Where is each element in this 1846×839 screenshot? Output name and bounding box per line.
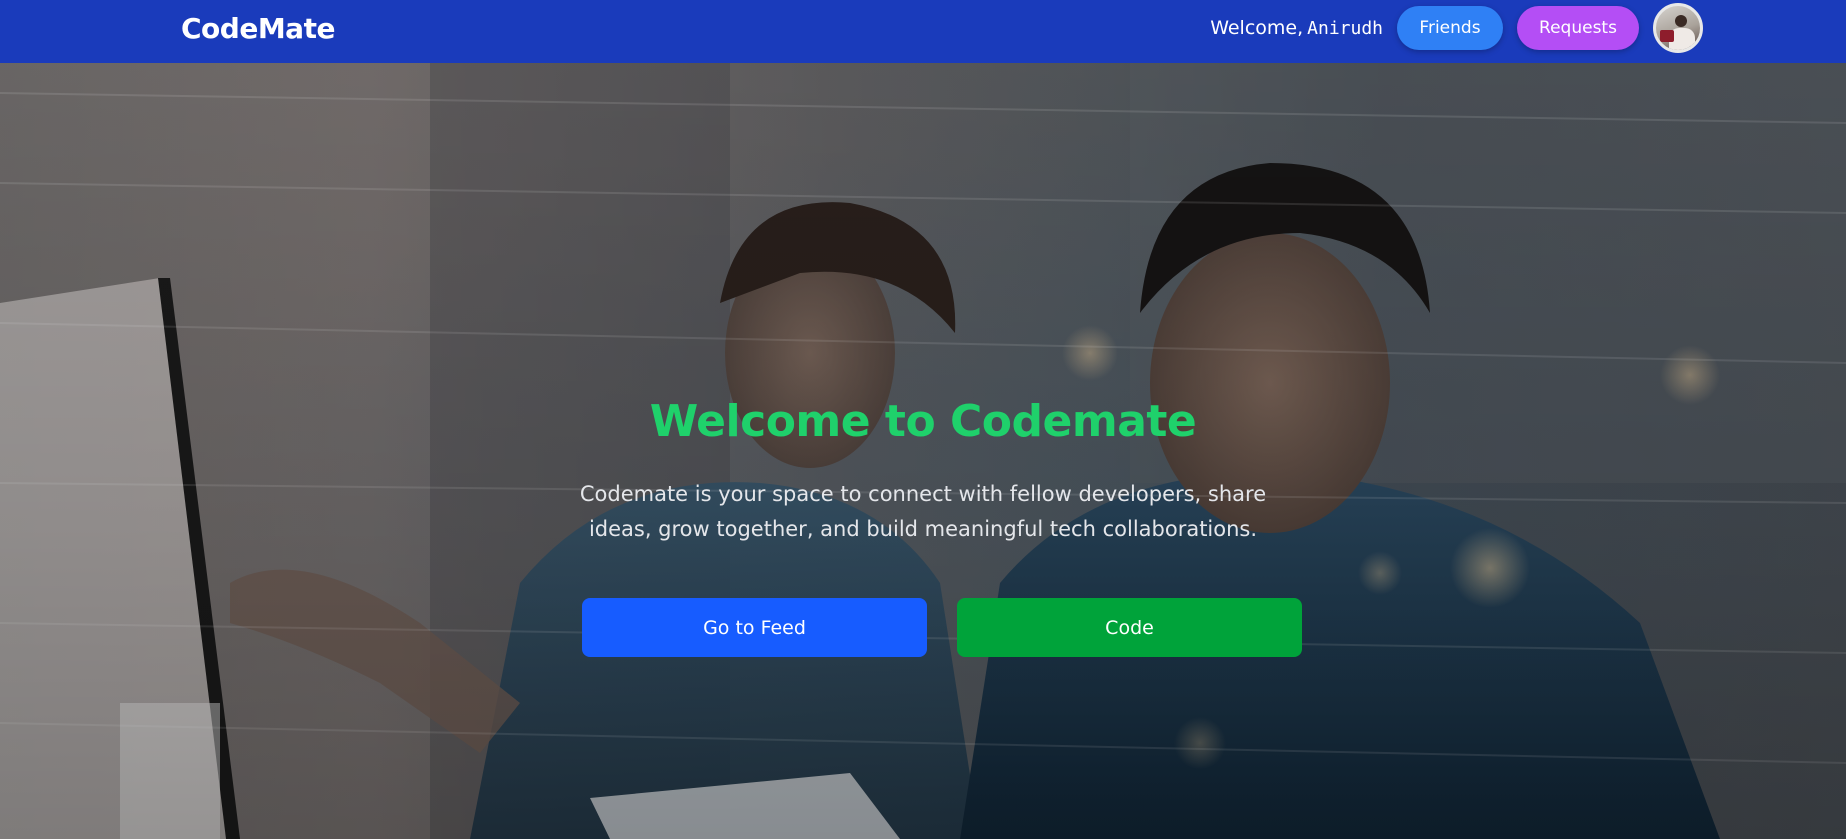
avatar-head-shape (1675, 15, 1687, 27)
code-button[interactable]: Code (957, 598, 1302, 657)
welcome-prefix: Welcome, (1210, 17, 1304, 39)
welcome-message: Welcome, Anirudh (1210, 17, 1383, 39)
hero-title: Welcome to Codemate (649, 396, 1197, 447)
hero-content: Welcome to Codemate Codemate is your spa… (0, 63, 1846, 839)
requests-button[interactable]: Requests (1517, 6, 1639, 50)
brand-logo[interactable]: CodeMate (181, 12, 335, 45)
user-avatar[interactable] (1653, 3, 1703, 53)
go-to-feed-button[interactable]: Go to Feed (582, 598, 927, 657)
avatar-bag-shape (1660, 30, 1674, 42)
hero-section: Welcome to Codemate Codemate is your spa… (0, 63, 1846, 839)
nav-right-group: Welcome, Anirudh Friends Requests (1210, 3, 1703, 53)
username: Anirudh (1307, 18, 1383, 39)
friends-button[interactable]: Friends (1397, 6, 1503, 50)
hero-description: Codemate is your space to connect with f… (579, 482, 1267, 541)
top-navbar: CodeMate Welcome, Anirudh Friends Request… (0, 0, 1846, 63)
